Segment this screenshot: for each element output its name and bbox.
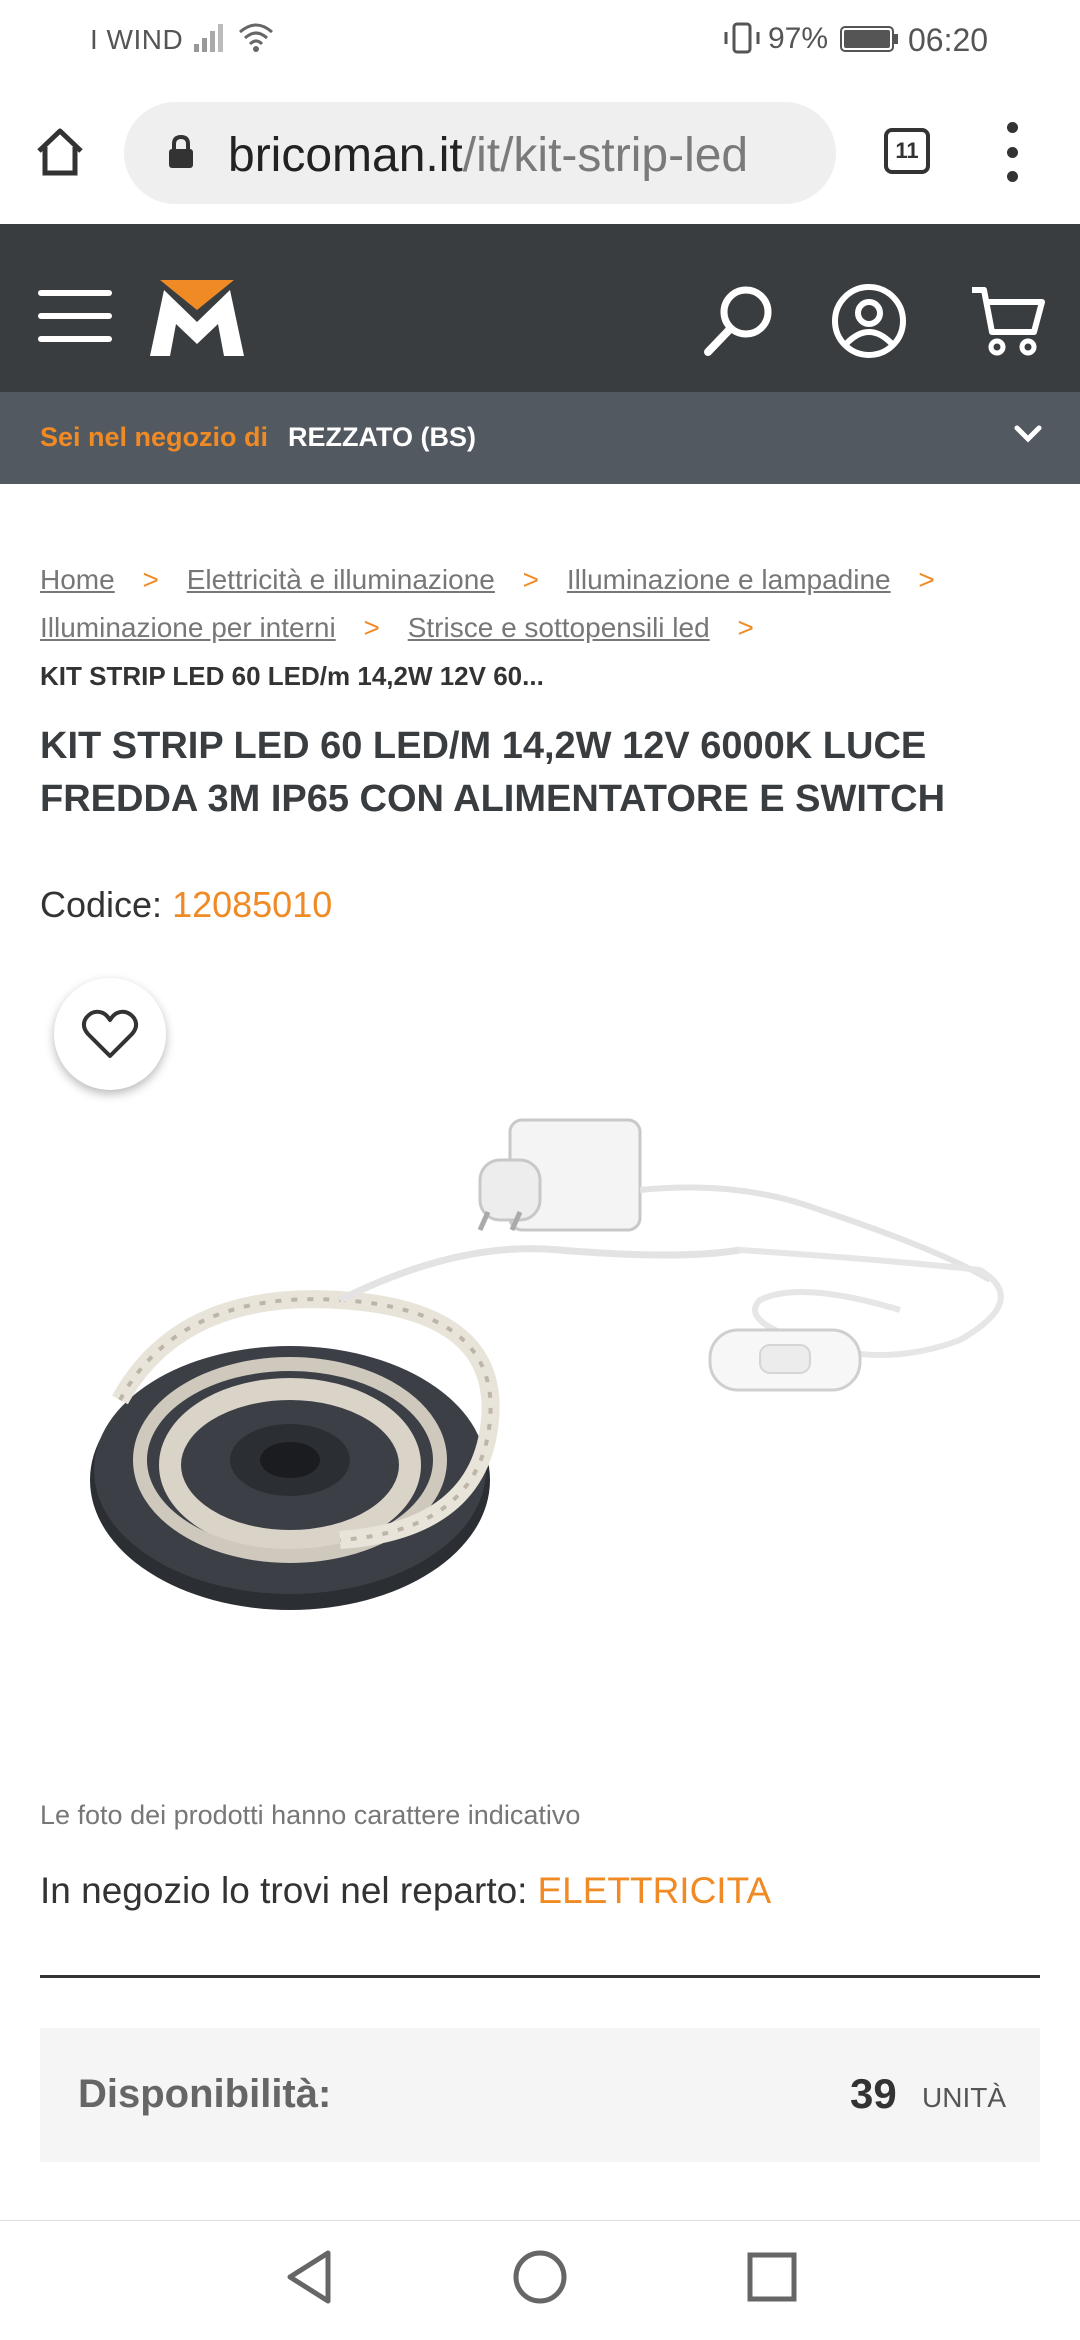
bricoman-logo[interactable]	[150, 280, 244, 356]
home-circle-icon[interactable]	[510, 2247, 570, 2307]
product-code-label: Codice:	[40, 884, 163, 925]
product-code: Codice: 12085010	[40, 884, 332, 926]
battery-percent: 97%	[768, 22, 829, 55]
browser-toolbar: bricoman.it/it/kit-strip-led 11	[0, 82, 1080, 224]
cart-icon[interactable]	[970, 282, 1046, 360]
breadcrumb-current: KIT STRIP LED 60 LED/m 14,2W 12V 60...	[40, 661, 544, 691]
availability-label: Disponibilità:	[78, 2072, 332, 2116]
clock: 06:20	[908, 22, 989, 58]
url-path: /it/kit-strip-led	[462, 129, 749, 182]
department-info: In negozio lo trovi nel reparto: ELETTRIC…	[40, 1870, 771, 1912]
tab-switcher-button[interactable]: 11	[884, 128, 930, 174]
url-text: bricoman.it/it/kit-strip-led	[228, 128, 748, 183]
divider	[40, 1975, 1040, 1978]
breadcrumb-item-home[interactable]: Home	[40, 556, 115, 604]
hamburger-icon[interactable]	[38, 290, 112, 342]
store-selector[interactable]: Sei nel negozio di REZZATO (BS)	[0, 392, 1080, 484]
breadcrumb-separator-icon: >	[918, 564, 935, 595]
store-label: Sei nel negozio di	[40, 422, 269, 452]
breadcrumb-separator-icon: >	[737, 612, 754, 643]
favorite-button[interactable]	[54, 978, 166, 1090]
account-icon[interactable]	[830, 282, 908, 360]
heart-icon	[81, 1009, 139, 1058]
breadcrumb-separator-icon: >	[363, 612, 380, 643]
photo-disclaimer: Le foto dei prodotti hanno carattere ind…	[40, 1800, 581, 1830]
search-icon[interactable]	[700, 282, 778, 360]
browser-home-button[interactable]	[28, 120, 92, 184]
vibrate-icon	[724, 22, 760, 54]
site-header	[0, 224, 1080, 392]
back-triangle-icon[interactable]	[282, 2247, 338, 2307]
breadcrumb-item-illuminazione-interni[interactable]: Illuminazione per interni	[40, 604, 336, 652]
home-icon	[37, 128, 83, 176]
department-value: ELETTRICITA	[537, 1870, 772, 1911]
wifi-icon	[239, 23, 273, 52]
availability-panel: Disponibilità: 39 UNITÀ	[40, 2028, 1040, 2162]
store-name: REZZATO (BS)	[288, 422, 476, 452]
lock-icon	[169, 134, 193, 168]
availability-unit: UNITÀ	[922, 2082, 1006, 2113]
availability-quantity: 39	[850, 2070, 897, 2117]
breadcrumb-item-elettricita[interactable]: Elettricità e illuminazione	[187, 556, 495, 604]
breadcrumb: Home > Elettricità e illuminazione > Illumin…	[40, 556, 1050, 700]
product-code-value: 12085010	[172, 884, 333, 925]
product-image[interactable]	[40, 1100, 1040, 1660]
chevron-down-icon[interactable]	[1012, 418, 1044, 450]
signal-icon	[194, 24, 223, 52]
address-bar[interactable]: bricoman.it/it/kit-strip-led	[124, 102, 836, 204]
breadcrumb-item-strisce-led[interactable]: Strisce e sottopensili led	[408, 604, 710, 652]
product-title: KIT STRIP LED 60 LED/M 14,2W 12V 6000K L…	[40, 725, 946, 820]
system-navigation-bar	[0, 2220, 1080, 2340]
url-host: bricoman.it	[228, 129, 463, 182]
recent-square-icon[interactable]	[744, 2247, 800, 2307]
more-vert-icon[interactable]	[992, 122, 1032, 182]
department-label: In negozio lo trovi nel reparto:	[40, 1870, 528, 1911]
breadcrumb-item-illuminazione-lampadine[interactable]: Illuminazione e lampadine	[567, 556, 891, 604]
status-bar: I WIND 97% 06:20	[0, 0, 1080, 82]
carrier-name: I WIND	[90, 24, 184, 55]
battery-icon	[840, 26, 898, 52]
breadcrumb-separator-icon: >	[142, 564, 159, 595]
breadcrumb-separator-icon: >	[522, 564, 540, 595]
